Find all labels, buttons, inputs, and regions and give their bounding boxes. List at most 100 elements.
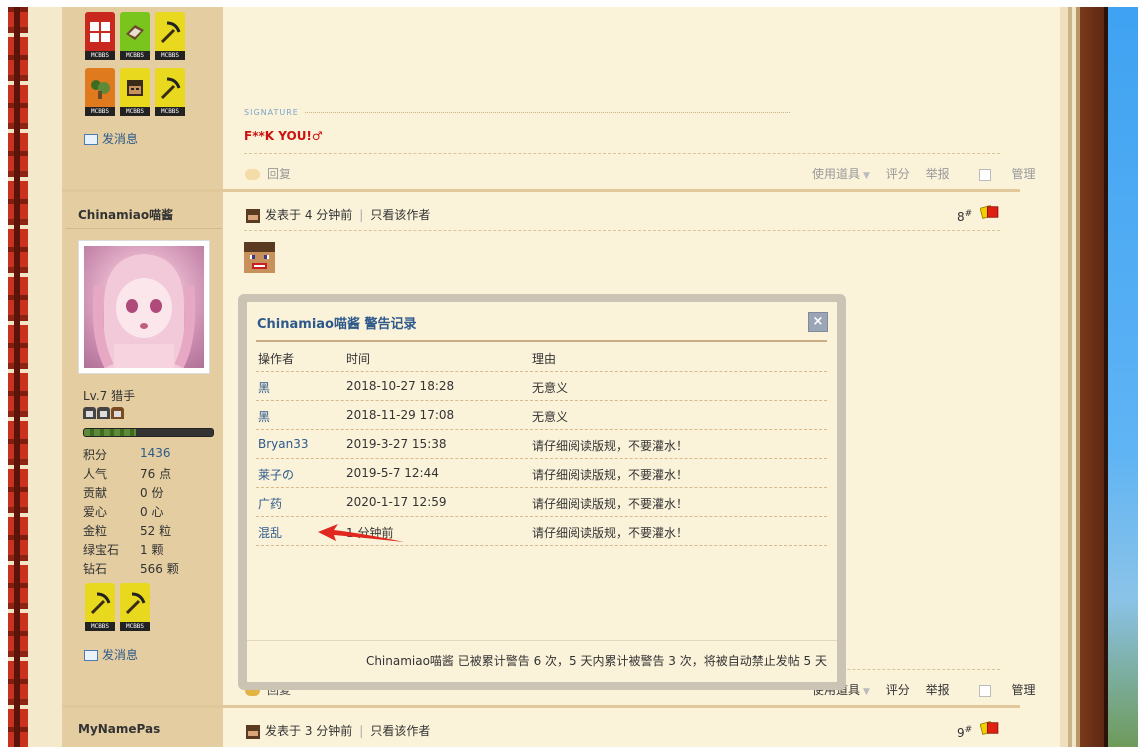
post-separator	[62, 705, 1020, 708]
medal-badge[interactable]: MCBBS	[85, 583, 115, 631]
medal-badge[interactable]: MCBBS	[155, 68, 185, 116]
medal-badge[interactable]: MCBBS	[120, 583, 150, 631]
post-actions: 使用道具 ▼ 评分 举报 管理	[800, 165, 1035, 182]
annotation-arrow-icon	[318, 524, 404, 542]
dialog-title-rule	[256, 340, 827, 342]
row-time: 2018-11-29 17:08	[346, 408, 455, 422]
author-avatar[interactable]	[78, 240, 210, 374]
medal-tag: MCBBS	[120, 107, 150, 116]
stat-row: 爱心 0 心	[83, 503, 163, 520]
row-operator[interactable]: 莱子の	[258, 466, 294, 483]
row-divider	[256, 400, 827, 401]
only-author-link[interactable]: 只看该作者	[370, 724, 430, 738]
medal-badge[interactable]: MCBBS	[120, 68, 150, 116]
medal-badge[interactable]: MCBBS	[120, 12, 150, 60]
medal-tag: MCBBS	[120, 622, 150, 631]
stat-label: 金粒	[83, 524, 108, 538]
row-operator[interactable]: 黑	[258, 408, 270, 425]
reply-icon	[245, 169, 260, 180]
stat-row: 绿宝石 1 颗	[83, 541, 163, 558]
signature-text: F**K YOU!♂	[244, 129, 323, 143]
column-header-reason: 理由	[532, 352, 557, 366]
row-operator[interactable]: 混乱	[258, 524, 282, 541]
row-divider	[256, 371, 827, 372]
post-separator	[62, 189, 1020, 192]
column-header-time: 时间	[346, 352, 371, 366]
manage-checkbox[interactable]	[979, 684, 992, 697]
floor-value: 8	[957, 210, 965, 224]
only-author-link[interactable]: 只看该作者	[370, 208, 430, 222]
send-message-link[interactable]: 发消息	[84, 130, 138, 147]
stat-value: 0 份	[140, 486, 164, 500]
stat-label: 人气	[83, 467, 108, 481]
row-time: 2019-5-7 12:44	[346, 466, 439, 480]
stat-row: 积分 1436	[83, 446, 171, 463]
medal-badge[interactable]: MCBBS	[85, 12, 115, 60]
row-divider	[256, 458, 827, 459]
row-reason: 请仔细阅读版规，不要灌水！	[532, 497, 689, 511]
card-icon[interactable]	[980, 205, 1000, 219]
floor-number[interactable]: 9#	[957, 725, 972, 740]
medal-tag: MCBBS	[85, 107, 115, 116]
manage-label: 管理	[1011, 683, 1036, 697]
post-time: 发表于 4 分钟前	[265, 208, 353, 222]
medal-badge[interactable]: MCBBS	[85, 68, 115, 116]
manage-control[interactable]: 管理	[967, 167, 1035, 181]
minecraft-head-icon	[244, 242, 275, 273]
column-header-operator: 操作者	[258, 352, 295, 366]
rate-button[interactable]: 评分	[886, 683, 910, 697]
manage-checkbox[interactable]	[979, 168, 992, 181]
decorative-left-stripe	[14, 7, 20, 747]
floor-number[interactable]: 8#	[957, 209, 972, 224]
row-divider	[256, 516, 827, 517]
close-button[interactable]: ×	[808, 312, 828, 332]
row-reason: 无意义	[532, 381, 569, 395]
stat-value: 0 心	[140, 505, 164, 519]
divider	[66, 228, 222, 229]
row-operator[interactable]: 广药	[258, 495, 282, 512]
rate-button[interactable]: 评分	[886, 167, 910, 181]
helmet-icon	[83, 407, 96, 419]
manage-control[interactable]: 管理	[967, 683, 1035, 697]
signature-label: SIGNATURE	[244, 108, 299, 117]
medal-badge[interactable]: MCBBS	[155, 12, 185, 60]
row-operator[interactable]: Bryan33	[258, 437, 309, 451]
signature-divider	[305, 112, 790, 113]
online-status-icon	[246, 724, 260, 739]
decorative-right-border	[1060, 7, 1108, 747]
online-status-icon	[246, 208, 260, 223]
row-time: 2019-3-27 15:38	[346, 437, 447, 451]
send-message-link[interactable]: 发消息	[84, 646, 138, 663]
xp-progress-fill	[84, 429, 136, 436]
author-username[interactable]: MyNamePas	[78, 722, 160, 736]
background-sky	[1108, 7, 1138, 747]
reply-button[interactable]: 回复	[245, 165, 291, 182]
stat-row: 钻石 566 颗	[83, 560, 179, 577]
dialog-title: Chinamiao喵酱 警告记录	[257, 317, 417, 332]
stat-value: 52 粒	[140, 524, 172, 538]
row-time: 2020-1-17 12:59	[346, 495, 447, 509]
stat-row: 人气 76 点	[83, 465, 171, 482]
user-level: Lv.7 猎手	[83, 389, 136, 403]
author-username[interactable]: Chinamiao喵酱	[78, 206, 173, 223]
divider	[244, 153, 1000, 154]
stat-value[interactable]: 1436	[140, 446, 171, 460]
medal-tag: MCBBS	[155, 51, 185, 60]
dialog-footer-text: Chinamiao喵酱 已被累计警告 6 次，5 天内累计被警告 3 次，将被自…	[365, 654, 827, 668]
manage-label: 管理	[1011, 167, 1036, 181]
row-operator[interactable]: 黑	[258, 379, 270, 396]
use-item-button[interactable]: 使用道具	[812, 167, 860, 181]
card-icon[interactable]	[980, 721, 1000, 735]
floor-value: 9	[957, 726, 965, 740]
floor-mark: #	[964, 725, 973, 735]
row-reason: 请仔细阅读版规，不要灌水！	[532, 468, 689, 482]
report-button[interactable]: 举报	[926, 167, 950, 181]
row-reason: 请仔细阅读版规，不要灌水！	[532, 439, 689, 453]
post-time: 发表于 3 分钟前	[265, 724, 353, 738]
post-meta: 发表于 3 分钟前 | 只看该作者	[246, 722, 430, 739]
envelope-icon	[84, 134, 98, 145]
helmet-icon	[111, 407, 124, 419]
report-button[interactable]: 举报	[926, 683, 950, 697]
reply-label: 回复	[267, 167, 292, 181]
helmet-icon	[97, 407, 110, 419]
